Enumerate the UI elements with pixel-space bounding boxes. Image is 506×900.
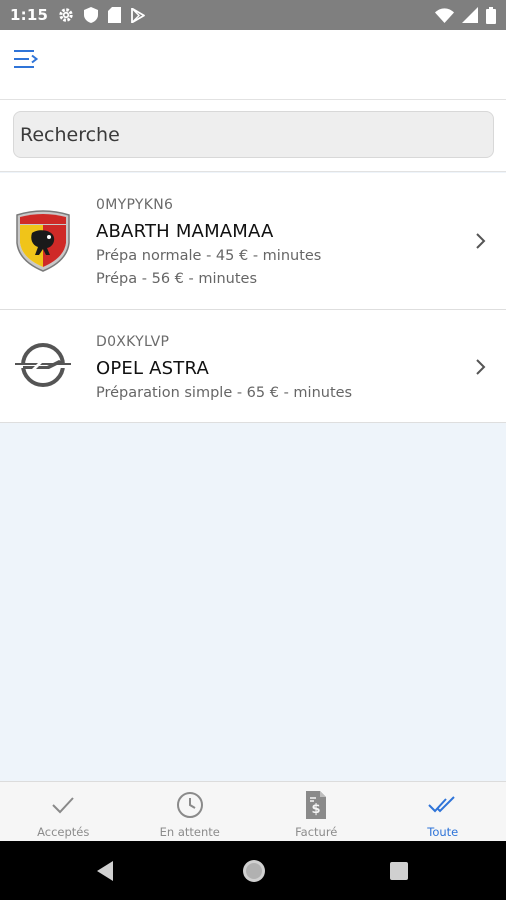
item-title: OPEL ASTRA: [96, 358, 209, 379]
tab-label: Facturé: [295, 825, 338, 839]
system-nav-bar: [0, 841, 506, 900]
list-item[interactable]: 0MYPYKN6 ABARTH MAMAMAA Prépa normale - …: [0, 173, 506, 310]
item-service: Prépa - 56 € - minutes: [96, 271, 258, 287]
item-service: Préparation simple - 65 € - minutes: [96, 385, 353, 401]
search-area: [0, 100, 506, 172]
menu-icon[interactable]: [12, 46, 40, 72]
tab-toute[interactable]: Toute: [380, 782, 506, 841]
search-input[interactable]: [13, 111, 494, 158]
app-bar: [0, 30, 506, 100]
tab-label: Toute: [427, 825, 459, 839]
item-code: 0MYPYKN6: [96, 197, 174, 213]
home-icon[interactable]: [241, 858, 267, 888]
bottom-tab-bar: Acceptés En attente $ Facturé Toute: [0, 781, 506, 841]
signal-icon: [462, 7, 478, 23]
tab-facture[interactable]: $ Facturé: [253, 782, 380, 841]
chevron-right-icon: [474, 231, 488, 251]
abarth-logo: [13, 209, 73, 273]
check-icon: [48, 790, 78, 820]
recent-apps-icon[interactable]: [389, 861, 409, 885]
double-check-icon: [428, 790, 458, 820]
settings-icon: [58, 7, 74, 23]
opel-logo: [13, 338, 73, 402]
vehicle-list: 0MYPYKN6 ABARTH MAMAMAA Prépa normale - …: [0, 173, 506, 423]
wifi-icon: [435, 7, 454, 23]
sd-card-icon: [108, 7, 122, 23]
tab-acceptes[interactable]: Acceptés: [0, 782, 127, 841]
tab-label: Acceptés: [37, 825, 90, 839]
invoice-icon: $: [301, 790, 331, 820]
svg-text:$: $: [312, 802, 321, 817]
tab-en-attente[interactable]: En attente: [127, 782, 254, 841]
play-store-icon: [131, 7, 146, 23]
chevron-right-icon: [474, 357, 488, 377]
list-item[interactable]: D0XKYLVP OPEL ASTRA Préparation simple -…: [0, 310, 506, 423]
status-time: 1:15: [10, 6, 49, 24]
clock-icon: [175, 790, 205, 820]
tab-label: En attente: [159, 825, 220, 839]
back-icon[interactable]: [96, 860, 114, 886]
shield-icon: [84, 7, 99, 23]
battery-icon: [486, 6, 496, 24]
item-code: D0XKYLVP: [96, 334, 170, 350]
status-bar: 1:15: [0, 0, 506, 30]
item-service: Prépa normale - 45 € - minutes: [96, 248, 322, 264]
item-title: ABARTH MAMAMAA: [96, 221, 274, 242]
